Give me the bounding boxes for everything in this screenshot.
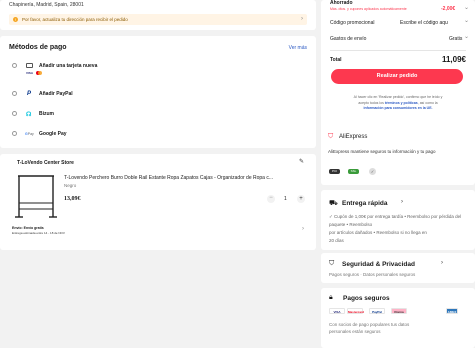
verified-badge-icon: ✓ — [369, 168, 376, 175]
secure-payments-title: Pagos seguros — [343, 295, 390, 302]
bizum-icon: ☊ — [26, 111, 32, 118]
shipping-cost-value: Gratis — [449, 36, 463, 42]
credit-card-icon — [26, 63, 33, 68]
trust-brand: AliExpress — [339, 134, 368, 140]
trust-card: ⛉ AliExpress AliExpress mantiene seguros… — [321, 125, 475, 185]
address-card: Chapinería, Madrid, Spain, 28001 ! Por f… — [0, 0, 316, 30]
truck-icon: ⛟ — [329, 200, 338, 207]
saved-sub: Más. dtos. y cupones aplicados automátic… — [330, 7, 407, 11]
quantity-stepper: − 1 + — [267, 194, 307, 204]
payment-option-label: Añadir una tarjeta nueva — [39, 63, 98, 69]
klarna-logo-icon: Klarna — [391, 308, 407, 314]
shield-check-icon: ⛉ — [329, 260, 335, 267]
payment-logos: VISA Mastercard PayPal Klarna AMEX — [329, 308, 469, 316]
saved-value: -2,00€ — [441, 6, 456, 12]
fast-delivery-text: ✓ Cupón de 1,00€ por entrega tardía • Re… — [329, 213, 469, 245]
payment-option-label: Bizum — [39, 111, 54, 117]
product-price: 13,09€ — [64, 196, 81, 202]
trust-text: AliExpress mantiene seguros tu informaci… — [328, 149, 436, 154]
fast-delivery-card[interactable]: ⛟ Entrega rápida › ✓ Cupón de 1,00€ por … — [321, 190, 475, 250]
shipping-cost-label: Gastos de envío — [330, 36, 367, 42]
decrease-button[interactable]: − — [267, 195, 275, 203]
pci-badge-icon: PCI — [329, 169, 340, 174]
total-value: 11,09€ — [441, 55, 466, 64]
store-name[interactable]: T-LoVendo Center Store — [17, 160, 74, 166]
mastercard-icon — [36, 71, 42, 75]
google-pay-icon: GPay — [25, 131, 34, 136]
payment-option-label: Añadir PayPal — [39, 91, 73, 97]
promo-input[interactable]: Escribe el código aqu — [400, 20, 448, 26]
fast-delivery-line: ✓ Cupón de 1,00€ por entrega tardía • Re… — [329, 214, 462, 227]
payment-option-label: Google Pay — [39, 131, 67, 137]
see-more-link[interactable]: Ver más — [289, 45, 307, 51]
chevron-right-icon[interactable]: › — [302, 226, 304, 232]
security-privacy-card[interactable]: ⛉ Seguridad & Privacidad › Pagos seguros… — [321, 253, 475, 283]
secure-payments-card[interactable]: 🔒︎ Pagos seguros VISA Mastercard PayPal … — [321, 288, 475, 348]
product-title[interactable]: T-Lovendo Perchero Burro Doble Rail Esta… — [64, 175, 306, 181]
edit-icon[interactable]: ✎ — [299, 158, 304, 165]
store-card: T-LoVendo Center Store ✎ T-Lovendo Perch… — [0, 154, 316, 250]
lock-icon: 🔒︎ — [329, 294, 333, 301]
payment-title: Métodos de pago — [9, 44, 67, 51]
place-order-button[interactable]: Realizar pedido — [331, 69, 463, 84]
secure-payments-text: Con socios de pago populares tus datos p… — [329, 322, 410, 334]
chevron-right-icon: › — [301, 15, 303, 22]
divider — [330, 50, 466, 51]
payment-methods-card: Métodos de pago Ver más Añadir una tarje… — [0, 36, 316, 148]
total-label: Total — [330, 57, 342, 63]
radio-button[interactable] — [12, 131, 17, 136]
chevron-right-icon: › — [441, 260, 443, 266]
chevron-down-icon[interactable]: ⌄ — [464, 4, 469, 11]
chevron-down-icon[interactable]: ⌄ — [464, 33, 469, 40]
radio-button[interactable] — [12, 91, 17, 96]
fast-delivery-line: por artículos dañados • Reembolso si no … — [329, 230, 427, 235]
paypal-icon: P — [27, 90, 32, 97]
saved-label: Ahorrado — [330, 0, 353, 6]
address-notice-text: Por favor, actualiza tu dirección para r… — [22, 17, 128, 22]
visa-icon: VISA — [26, 71, 34, 75]
security-text: Pagos seguros · Datos personales seguros — [329, 272, 416, 277]
quantity-value[interactable]: 1 — [284, 196, 287, 202]
product-image[interactable] — [14, 173, 58, 219]
shield-icon: ⛉ — [328, 133, 334, 140]
chevron-right-icon: › — [401, 199, 403, 205]
paypal-logo-icon: PayPal — [369, 308, 385, 314]
mastercard-logo-icon: Mastercard — [347, 308, 365, 314]
radio-button[interactable] — [12, 63, 17, 68]
terms-link[interactable]: términos y políticas — [385, 101, 418, 105]
visa-logo-icon: VISA — [329, 308, 345, 314]
chevron-down-icon[interactable]: ⌄ — [464, 17, 469, 24]
fast-delivery-title: Entrega rápida — [342, 200, 388, 207]
product-variant: Negro — [64, 183, 77, 188]
place-order-label: Realizar pedido — [376, 73, 418, 79]
address-text: Chapinería, Madrid, Spain, 28001 — [9, 2, 84, 8]
fast-delivery-line: 20 días — [329, 238, 344, 243]
increase-button[interactable]: + — [297, 195, 305, 203]
info-icon: ! — [13, 16, 18, 22]
security-title: Seguridad & Privacidad — [342, 261, 415, 268]
ssl-badge-icon: SSL — [348, 169, 359, 174]
address-notice[interactable]: ! Por favor, actualiza tu dirección para… — [9, 14, 307, 25]
delivery-estimate: Entrega estimada entre 14 - 18 de NOV — [12, 231, 65, 235]
terms-text: Al hacer clic en 'Realizar pedido', conf… — [353, 95, 443, 110]
amex-logo-icon: AMEX — [446, 308, 458, 314]
promo-label: Código promocional — [330, 20, 375, 26]
consumer-info-link[interactable]: información para consumidores en la UE. — [363, 106, 432, 110]
radio-button[interactable] — [12, 111, 17, 116]
shipping-label: Envío: Envío gratis — [12, 226, 44, 230]
